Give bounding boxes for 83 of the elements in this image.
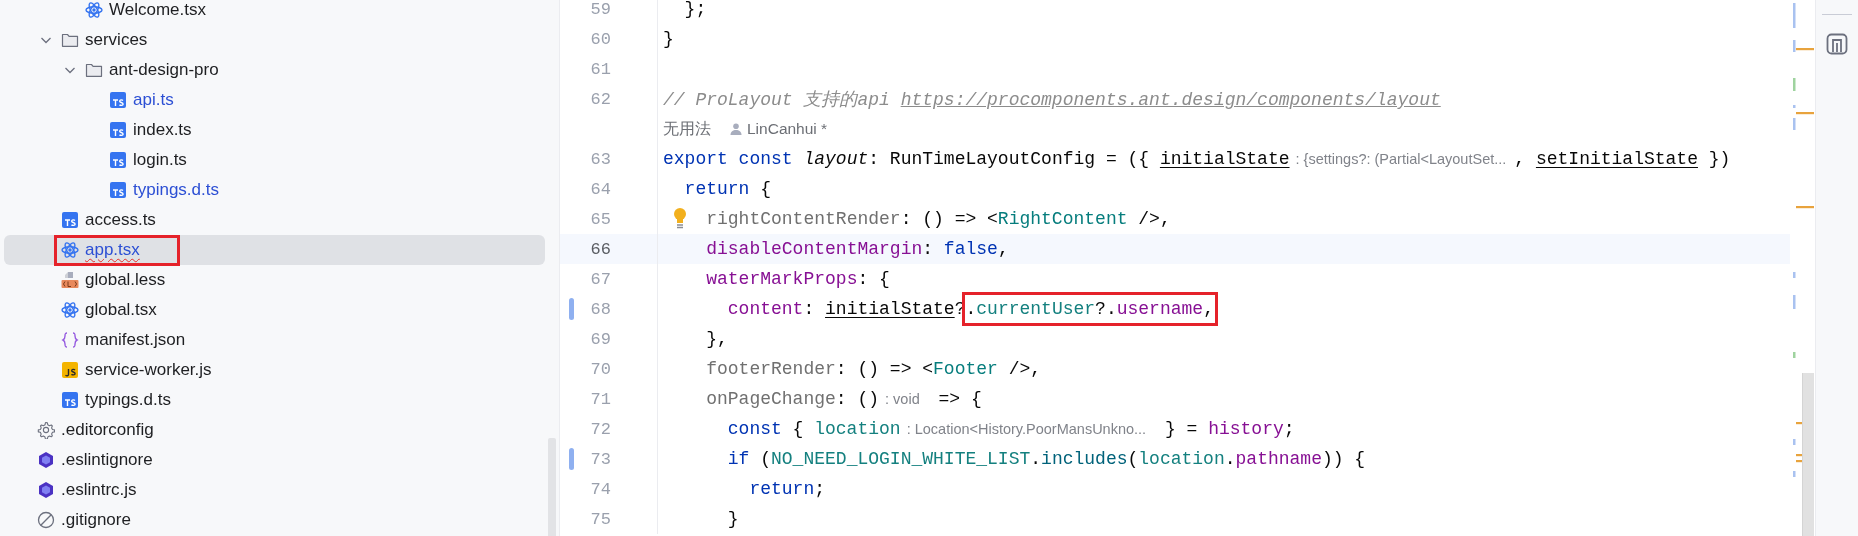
typescript-file-icon (61, 391, 79, 409)
line-number: 64 (590, 179, 611, 199)
person-icon (729, 122, 743, 136)
line-number: 66 (590, 239, 611, 259)
line-number: 60 (590, 29, 611, 49)
tree-item[interactable]: .editorconfig (4, 415, 545, 445)
atom-icon (61, 241, 79, 259)
line-number: 67 (590, 269, 611, 289)
tree-item[interactable]: .eslintignore (4, 445, 545, 475)
tree-item[interactable]: access.ts (4, 205, 545, 235)
line-number: 59 (590, 0, 611, 19)
javascript-file-icon (61, 361, 79, 379)
tree-item[interactable]: ant-design-pro (4, 55, 545, 85)
line-number: 74 (590, 479, 611, 499)
line-number: 72 (590, 419, 611, 439)
author-hint[interactable]: LinCanhui * (747, 120, 828, 138)
inlay-hint: : void (885, 391, 920, 407)
line-number: 68 (590, 299, 611, 319)
code-text: waterMarkProps: { (706, 269, 890, 289)
change-marker[interactable] (569, 298, 574, 320)
stylesheet-file-icon (61, 271, 79, 289)
tree-item[interactable]: index.ts (4, 115, 545, 145)
code-text: const { location (727, 419, 901, 439)
code-text: => { (937, 389, 982, 409)
code-text: .currentUser?.username, (965, 299, 1214, 319)
typescript-file-icon (109, 121, 127, 139)
lightbulb-icon[interactable] (672, 207, 688, 231)
inlay-hint: : {settings?: (Partial<LayoutSet... (1295, 151, 1507, 167)
prohibited-icon (37, 511, 55, 529)
code-text: } (663, 29, 674, 49)
hexagon-icon (37, 451, 55, 469)
atom-icon (85, 1, 103, 19)
tree-item[interactable]: typings.d.ts (4, 175, 545, 205)
code-text: // ProLayout 支持的api https://procomponents.ant.design/components/layout (663, 89, 1441, 111)
tree-item[interactable]: manifest.json (4, 325, 545, 355)
line-number: 71 (590, 389, 611, 409)
folder-icon (85, 61, 103, 79)
hexagon-icon (37, 481, 55, 499)
code-text: return; (749, 479, 826, 499)
tree-item[interactable]: services (4, 25, 545, 55)
tree-item[interactable]: api.ts (4, 85, 545, 115)
tool-window-icon[interactable] (1826, 33, 1848, 55)
code-text: rightContentRender: () => <RightContent />, (706, 209, 1171, 229)
folder-icon (61, 31, 79, 49)
code-text: return { (684, 179, 771, 199)
tree-item[interactable]: typings.d.ts (4, 385, 545, 415)
code-text: }, (706, 329, 728, 349)
line-number: 69 (590, 329, 611, 349)
change-marker[interactable] (569, 448, 574, 470)
code-text: } (727, 509, 739, 529)
code-text: onPageChange: () (706, 389, 880, 409)
typescript-file-icon (109, 181, 127, 199)
code-text: } = history; (1163, 419, 1295, 439)
code-text: }; (684, 0, 707, 19)
typescript-file-icon (61, 211, 79, 229)
braces-icon (61, 331, 79, 349)
code-text: if (NO_NEED_LOGIN_WHITE_LIST.includes(location.pathname)) { (727, 449, 1366, 469)
usages-hint[interactable]: 无用法 (663, 118, 711, 140)
line-number: 70 (590, 359, 611, 379)
tree-item[interactable]: .eslintrc.js (4, 475, 545, 505)
tree-item[interactable]: Welcome.tsx (4, 0, 545, 25)
line-number: 63 (590, 149, 611, 169)
tree-item[interactable]: global.tsx (4, 295, 545, 325)
tree-item[interactable]: .gitignore (4, 505, 545, 535)
code-text: , setInitialState }) (1514, 149, 1731, 169)
line-number: 62 (590, 89, 611, 109)
line-number: 61 (590, 59, 611, 79)
code-text: export const layout: RunTimeLayoutConfig = ({ initialState (663, 149, 1290, 169)
typescript-file-icon (109, 91, 127, 109)
tree-item[interactable]: login.ts (4, 145, 545, 175)
typescript-file-icon (109, 151, 127, 169)
gear-icon (37, 421, 55, 439)
tree-item[interactable]: service-worker.js (4, 355, 545, 385)
code-text: footerRender: () => <Footer />, (706, 359, 1042, 379)
atom-icon (61, 301, 79, 319)
line-number: 75 (590, 509, 611, 529)
tree-item[interactable]: app.tsx (4, 235, 545, 265)
code-text: disableContentMargin: false, (706, 239, 1009, 259)
scrollbar-thumb[interactable] (1802, 373, 1814, 536)
line-number: 65 (590, 209, 611, 229)
line-number: 73 (590, 449, 611, 469)
tree-item[interactable]: global.less (4, 265, 545, 295)
inlay-hint: : Location<History.PoorMansUnkno... (906, 421, 1147, 437)
